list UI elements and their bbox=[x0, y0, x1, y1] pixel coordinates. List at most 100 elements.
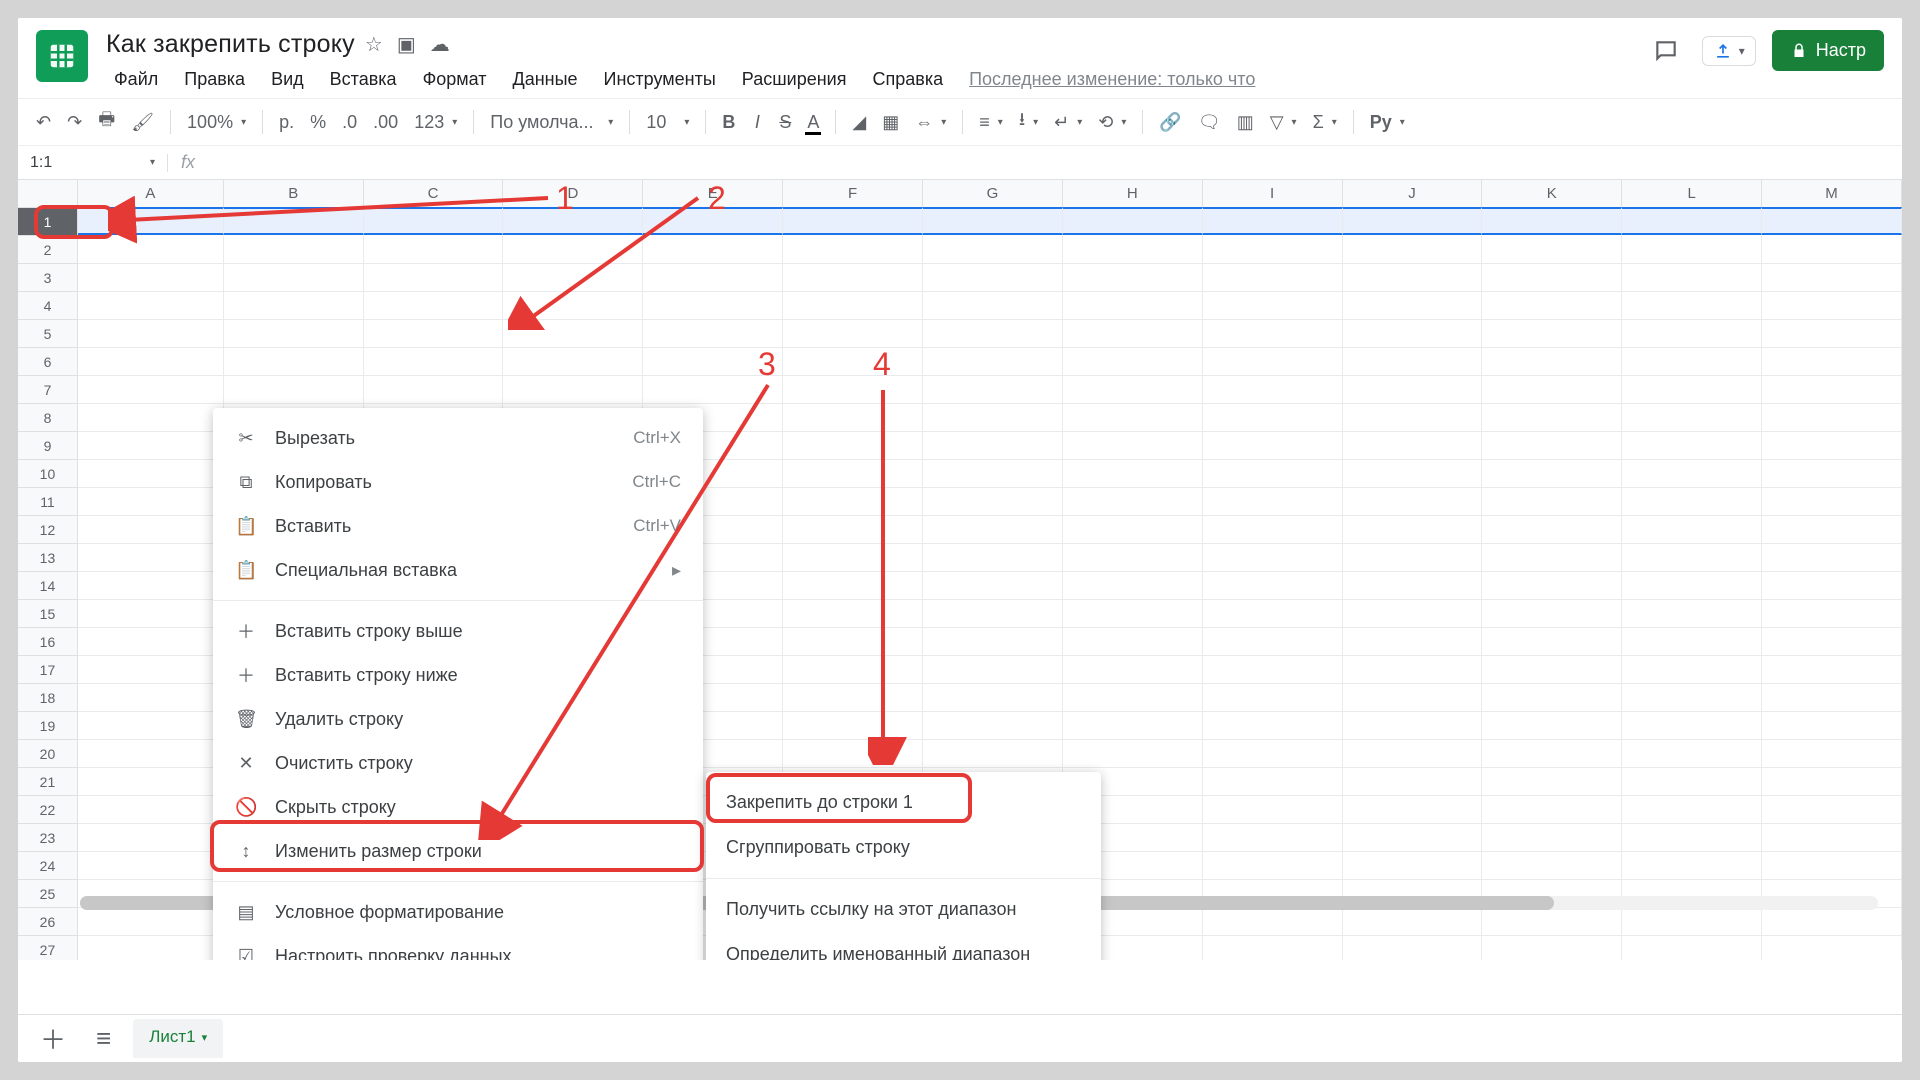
cell[interactable] bbox=[923, 292, 1063, 320]
column-header-G[interactable]: G bbox=[923, 180, 1063, 207]
row-header-24[interactable]: 24 bbox=[18, 852, 78, 880]
cell[interactable] bbox=[923, 460, 1063, 488]
row-header-22[interactable]: 22 bbox=[18, 796, 78, 824]
row-header-5[interactable]: 5 bbox=[18, 320, 78, 348]
cell[interactable] bbox=[1622, 936, 1762, 960]
row-header-15[interactable]: 15 bbox=[18, 600, 78, 628]
cell[interactable] bbox=[1343, 460, 1483, 488]
cell[interactable] bbox=[224, 348, 364, 376]
cell[interactable] bbox=[1343, 936, 1483, 960]
cell[interactable] bbox=[78, 600, 224, 628]
cell[interactable] bbox=[1762, 908, 1902, 936]
menu-данные[interactable]: Данные bbox=[505, 67, 586, 92]
cell[interactable] bbox=[1063, 740, 1203, 768]
all-sheets-button[interactable]: ≡ bbox=[88, 1019, 119, 1058]
filter-button[interactable]: ▽ bbox=[1264, 108, 1303, 137]
cell[interactable] bbox=[1622, 516, 1762, 544]
row-header-23[interactable]: 23 bbox=[18, 824, 78, 852]
undo-button[interactable]: ↶ bbox=[30, 108, 57, 137]
cell[interactable] bbox=[1343, 824, 1483, 852]
cell[interactable] bbox=[1482, 572, 1622, 600]
cell[interactable] bbox=[1203, 712, 1343, 740]
cell[interactable] bbox=[923, 432, 1063, 460]
column-header-B[interactable]: B bbox=[224, 180, 364, 207]
text-wrap-button[interactable]: ↵ bbox=[1048, 108, 1088, 137]
row-header-8[interactable]: 8 bbox=[18, 404, 78, 432]
cell[interactable] bbox=[1482, 320, 1622, 348]
cell[interactable] bbox=[923, 572, 1063, 600]
cell[interactable] bbox=[1063, 348, 1203, 376]
cell[interactable] bbox=[1343, 852, 1483, 880]
cell[interactable] bbox=[1762, 712, 1902, 740]
cell[interactable] bbox=[783, 712, 923, 740]
cell[interactable] bbox=[1343, 320, 1483, 348]
cell[interactable] bbox=[1063, 320, 1203, 348]
cell[interactable] bbox=[643, 292, 783, 320]
cloud-status-icon[interactable]: ☁ bbox=[430, 32, 450, 57]
cell[interactable] bbox=[78, 404, 224, 432]
cell[interactable] bbox=[923, 656, 1063, 684]
cell[interactable] bbox=[1203, 628, 1343, 656]
cell[interactable] bbox=[1622, 768, 1762, 796]
cell[interactable] bbox=[1063, 488, 1203, 516]
cell[interactable] bbox=[1762, 460, 1902, 488]
cell[interactable] bbox=[78, 488, 224, 516]
cell[interactable] bbox=[224, 320, 364, 348]
cell[interactable] bbox=[1482, 740, 1622, 768]
menu-item[interactable]: 🚫Скрыть строку bbox=[213, 785, 703, 829]
cell[interactable] bbox=[1762, 768, 1902, 796]
cell[interactable] bbox=[783, 740, 923, 768]
cell[interactable] bbox=[783, 572, 923, 600]
cell[interactable] bbox=[1203, 684, 1343, 712]
strikethrough-button[interactable]: S bbox=[773, 108, 797, 137]
cell[interactable] bbox=[1063, 236, 1203, 264]
cell[interactable] bbox=[1762, 264, 1902, 292]
cell[interactable] bbox=[1762, 376, 1902, 404]
cell[interactable] bbox=[643, 264, 783, 292]
star-icon[interactable]: ☆ bbox=[365, 32, 383, 57]
cell[interactable] bbox=[1762, 852, 1902, 880]
cell[interactable] bbox=[1343, 432, 1483, 460]
currency-format-button[interactable]: р. bbox=[273, 108, 300, 137]
column-header-J[interactable]: J bbox=[1343, 180, 1483, 207]
column-header-C[interactable]: C bbox=[364, 180, 504, 207]
cell[interactable] bbox=[78, 656, 224, 684]
cell[interactable] bbox=[1063, 544, 1203, 572]
cell[interactable] bbox=[1762, 320, 1902, 348]
cell[interactable] bbox=[364, 264, 504, 292]
cell[interactable] bbox=[923, 628, 1063, 656]
cell[interactable] bbox=[78, 376, 224, 404]
cell[interactable] bbox=[1063, 292, 1203, 320]
cell[interactable] bbox=[224, 376, 364, 404]
cell[interactable] bbox=[1622, 656, 1762, 684]
spreadsheet-grid[interactable]: ABCDEFGHIJKLM 12345678910111213141516171… bbox=[18, 180, 1902, 960]
cell[interactable] bbox=[1343, 264, 1483, 292]
cell[interactable] bbox=[78, 740, 224, 768]
row-header-17[interactable]: 17 bbox=[18, 656, 78, 684]
cell[interactable] bbox=[1343, 628, 1483, 656]
cell[interactable] bbox=[78, 432, 224, 460]
cell[interactable] bbox=[1622, 740, 1762, 768]
cell[interactable] bbox=[783, 264, 923, 292]
cell[interactable] bbox=[923, 740, 1063, 768]
text-rotation-button[interactable]: ⟲ bbox=[1092, 108, 1132, 137]
cell[interactable] bbox=[1482, 292, 1622, 320]
cell[interactable] bbox=[1482, 516, 1622, 544]
cell[interactable] bbox=[1482, 460, 1622, 488]
cell[interactable] bbox=[78, 796, 224, 824]
cell[interactable] bbox=[503, 236, 643, 264]
cell[interactable] bbox=[1762, 656, 1902, 684]
cell[interactable] bbox=[1203, 572, 1343, 600]
cell[interactable] bbox=[1203, 376, 1343, 404]
py-button[interactable]: Py bbox=[1364, 108, 1411, 137]
cell[interactable] bbox=[224, 236, 364, 264]
column-header-F[interactable]: F bbox=[783, 180, 923, 207]
cell[interactable] bbox=[1482, 207, 1622, 235]
menu-расширения[interactable]: Расширения bbox=[734, 67, 855, 92]
row-header-7[interactable]: 7 bbox=[18, 376, 78, 404]
cell[interactable] bbox=[1203, 236, 1343, 264]
cell[interactable] bbox=[503, 264, 643, 292]
cell[interactable] bbox=[1762, 628, 1902, 656]
cell[interactable] bbox=[1622, 404, 1762, 432]
cell[interactable] bbox=[923, 404, 1063, 432]
